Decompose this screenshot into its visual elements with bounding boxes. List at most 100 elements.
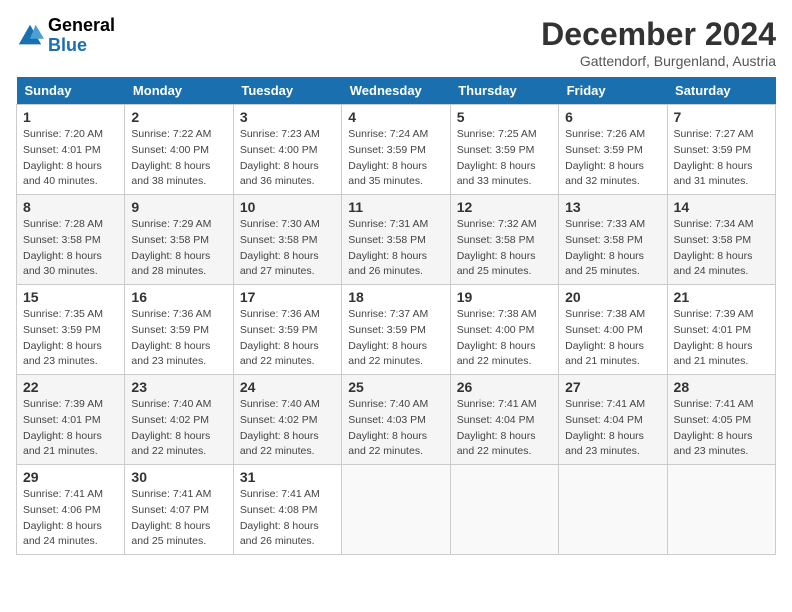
day-info: Sunrise: 7:39 AMSunset: 4:01 PMDaylight:…: [674, 308, 754, 367]
day-number: 2: [131, 109, 226, 125]
calendar-day-cell: 16 Sunrise: 7:36 AMSunset: 3:59 PMDaylig…: [125, 285, 233, 375]
day-number: 8: [23, 199, 118, 215]
day-number: 9: [131, 199, 226, 215]
logo-icon: [16, 22, 44, 50]
day-info: Sunrise: 7:37 AMSunset: 3:59 PMDaylight:…: [348, 308, 428, 367]
day-info: Sunrise: 7:40 AMSunset: 4:03 PMDaylight:…: [348, 398, 428, 457]
day-number: 18: [348, 289, 443, 305]
calendar-table: Sunday Monday Tuesday Wednesday Thursday…: [16, 77, 776, 555]
day-number: 16: [131, 289, 226, 305]
calendar-day-cell: 5 Sunrise: 7:25 AMSunset: 3:59 PMDayligh…: [450, 105, 558, 195]
calendar-day-cell: 30 Sunrise: 7:41 AMSunset: 4:07 PMDaylig…: [125, 465, 233, 555]
day-info: Sunrise: 7:36 AMSunset: 3:59 PMDaylight:…: [240, 308, 320, 367]
day-info: Sunrise: 7:40 AMSunset: 4:02 PMDaylight:…: [131, 398, 211, 457]
day-info: Sunrise: 7:23 AMSunset: 4:00 PMDaylight:…: [240, 128, 320, 187]
location-title: Gattendorf, Burgenland, Austria: [541, 53, 776, 69]
day-number: 22: [23, 379, 118, 395]
day-number: 19: [457, 289, 552, 305]
calendar-day-cell: 2 Sunrise: 7:22 AMSunset: 4:00 PMDayligh…: [125, 105, 233, 195]
day-number: 7: [674, 109, 769, 125]
calendar-day-cell: 11 Sunrise: 7:31 AMSunset: 3:58 PMDaylig…: [342, 195, 450, 285]
day-number: 31: [240, 469, 335, 485]
day-info: Sunrise: 7:41 AMSunset: 4:07 PMDaylight:…: [131, 488, 211, 547]
day-number: 27: [565, 379, 660, 395]
month-title: December 2024: [541, 16, 776, 53]
day-number: 14: [674, 199, 769, 215]
day-info: Sunrise: 7:25 AMSunset: 3:59 PMDaylight:…: [457, 128, 537, 187]
header-thursday: Thursday: [450, 77, 558, 105]
calendar-day-cell: 29 Sunrise: 7:41 AMSunset: 4:06 PMDaylig…: [17, 465, 125, 555]
day-number: 4: [348, 109, 443, 125]
day-number: 21: [674, 289, 769, 305]
empty-day-cell: [667, 465, 775, 555]
day-number: 13: [565, 199, 660, 215]
calendar-day-cell: 12 Sunrise: 7:32 AMSunset: 3:58 PMDaylig…: [450, 195, 558, 285]
day-info: Sunrise: 7:41 AMSunset: 4:05 PMDaylight:…: [674, 398, 754, 457]
calendar-day-cell: 27 Sunrise: 7:41 AMSunset: 4:04 PMDaylig…: [559, 375, 667, 465]
calendar-day-cell: 28 Sunrise: 7:41 AMSunset: 4:05 PMDaylig…: [667, 375, 775, 465]
calendar-day-cell: 6 Sunrise: 7:26 AMSunset: 3:59 PMDayligh…: [559, 105, 667, 195]
calendar-day-cell: 7 Sunrise: 7:27 AMSunset: 3:59 PMDayligh…: [667, 105, 775, 195]
day-info: Sunrise: 7:27 AMSunset: 3:59 PMDaylight:…: [674, 128, 754, 187]
day-info: Sunrise: 7:38 AMSunset: 4:00 PMDaylight:…: [565, 308, 645, 367]
header-tuesday: Tuesday: [233, 77, 341, 105]
day-info: Sunrise: 7:38 AMSunset: 4:00 PMDaylight:…: [457, 308, 537, 367]
calendar-day-cell: 8 Sunrise: 7:28 AMSunset: 3:58 PMDayligh…: [17, 195, 125, 285]
day-info: Sunrise: 7:40 AMSunset: 4:02 PMDaylight:…: [240, 398, 320, 457]
calendar-day-cell: 1 Sunrise: 7:20 AMSunset: 4:01 PMDayligh…: [17, 105, 125, 195]
calendar-day-cell: 31 Sunrise: 7:41 AMSunset: 4:08 PMDaylig…: [233, 465, 341, 555]
day-number: 3: [240, 109, 335, 125]
day-info: Sunrise: 7:34 AMSunset: 3:58 PMDaylight:…: [674, 218, 754, 277]
day-number: 30: [131, 469, 226, 485]
day-number: 29: [23, 469, 118, 485]
day-info: Sunrise: 7:30 AMSunset: 3:58 PMDaylight:…: [240, 218, 320, 277]
day-number: 23: [131, 379, 226, 395]
calendar-day-cell: 19 Sunrise: 7:38 AMSunset: 4:00 PMDaylig…: [450, 285, 558, 375]
title-block: December 2024 Gattendorf, Burgenland, Au…: [541, 16, 776, 69]
calendar-day-cell: 14 Sunrise: 7:34 AMSunset: 3:58 PMDaylig…: [667, 195, 775, 285]
day-info: Sunrise: 7:22 AMSunset: 4:00 PMDaylight:…: [131, 128, 211, 187]
day-number: 25: [348, 379, 443, 395]
day-info: Sunrise: 7:41 AMSunset: 4:08 PMDaylight:…: [240, 488, 320, 547]
header-saturday: Saturday: [667, 77, 775, 105]
day-number: 17: [240, 289, 335, 305]
day-number: 20: [565, 289, 660, 305]
calendar-week-row: 22 Sunrise: 7:39 AMSunset: 4:01 PMDaylig…: [17, 375, 776, 465]
day-info: Sunrise: 7:33 AMSunset: 3:58 PMDaylight:…: [565, 218, 645, 277]
day-info: Sunrise: 7:36 AMSunset: 3:59 PMDaylight:…: [131, 308, 211, 367]
calendar-day-cell: 9 Sunrise: 7:29 AMSunset: 3:58 PMDayligh…: [125, 195, 233, 285]
calendar-day-cell: 18 Sunrise: 7:37 AMSunset: 3:59 PMDaylig…: [342, 285, 450, 375]
calendar-day-cell: 15 Sunrise: 7:35 AMSunset: 3:59 PMDaylig…: [17, 285, 125, 375]
day-info: Sunrise: 7:41 AMSunset: 4:04 PMDaylight:…: [565, 398, 645, 457]
calendar-day-cell: 21 Sunrise: 7:39 AMSunset: 4:01 PMDaylig…: [667, 285, 775, 375]
day-info: Sunrise: 7:28 AMSunset: 3:58 PMDaylight:…: [23, 218, 103, 277]
header-wednesday: Wednesday: [342, 77, 450, 105]
day-number: 28: [674, 379, 769, 395]
day-number: 15: [23, 289, 118, 305]
day-number: 26: [457, 379, 552, 395]
logo: General Blue: [16, 16, 115, 56]
calendar-week-row: 1 Sunrise: 7:20 AMSunset: 4:01 PMDayligh…: [17, 105, 776, 195]
day-number: 12: [457, 199, 552, 215]
day-info: Sunrise: 7:41 AMSunset: 4:06 PMDaylight:…: [23, 488, 103, 547]
calendar-day-cell: 17 Sunrise: 7:36 AMSunset: 3:59 PMDaylig…: [233, 285, 341, 375]
calendar-day-cell: 13 Sunrise: 7:33 AMSunset: 3:58 PMDaylig…: [559, 195, 667, 285]
calendar-day-cell: 22 Sunrise: 7:39 AMSunset: 4:01 PMDaylig…: [17, 375, 125, 465]
empty-day-cell: [559, 465, 667, 555]
empty-day-cell: [342, 465, 450, 555]
day-info: Sunrise: 7:29 AMSunset: 3:58 PMDaylight:…: [131, 218, 211, 277]
day-number: 24: [240, 379, 335, 395]
header-monday: Monday: [125, 77, 233, 105]
page-header: General Blue December 2024 Gattendorf, B…: [16, 16, 776, 69]
calendar-week-row: 29 Sunrise: 7:41 AMSunset: 4:06 PMDaylig…: [17, 465, 776, 555]
day-info: Sunrise: 7:31 AMSunset: 3:58 PMDaylight:…: [348, 218, 428, 277]
calendar-day-cell: 4 Sunrise: 7:24 AMSunset: 3:59 PMDayligh…: [342, 105, 450, 195]
header-friday: Friday: [559, 77, 667, 105]
day-number: 5: [457, 109, 552, 125]
calendar-day-cell: 10 Sunrise: 7:30 AMSunset: 3:58 PMDaylig…: [233, 195, 341, 285]
header-sunday: Sunday: [17, 77, 125, 105]
calendar-day-cell: 24 Sunrise: 7:40 AMSunset: 4:02 PMDaylig…: [233, 375, 341, 465]
calendar-day-cell: 26 Sunrise: 7:41 AMSunset: 4:04 PMDaylig…: [450, 375, 558, 465]
day-info: Sunrise: 7:24 AMSunset: 3:59 PMDaylight:…: [348, 128, 428, 187]
calendar-day-cell: 3 Sunrise: 7:23 AMSunset: 4:00 PMDayligh…: [233, 105, 341, 195]
